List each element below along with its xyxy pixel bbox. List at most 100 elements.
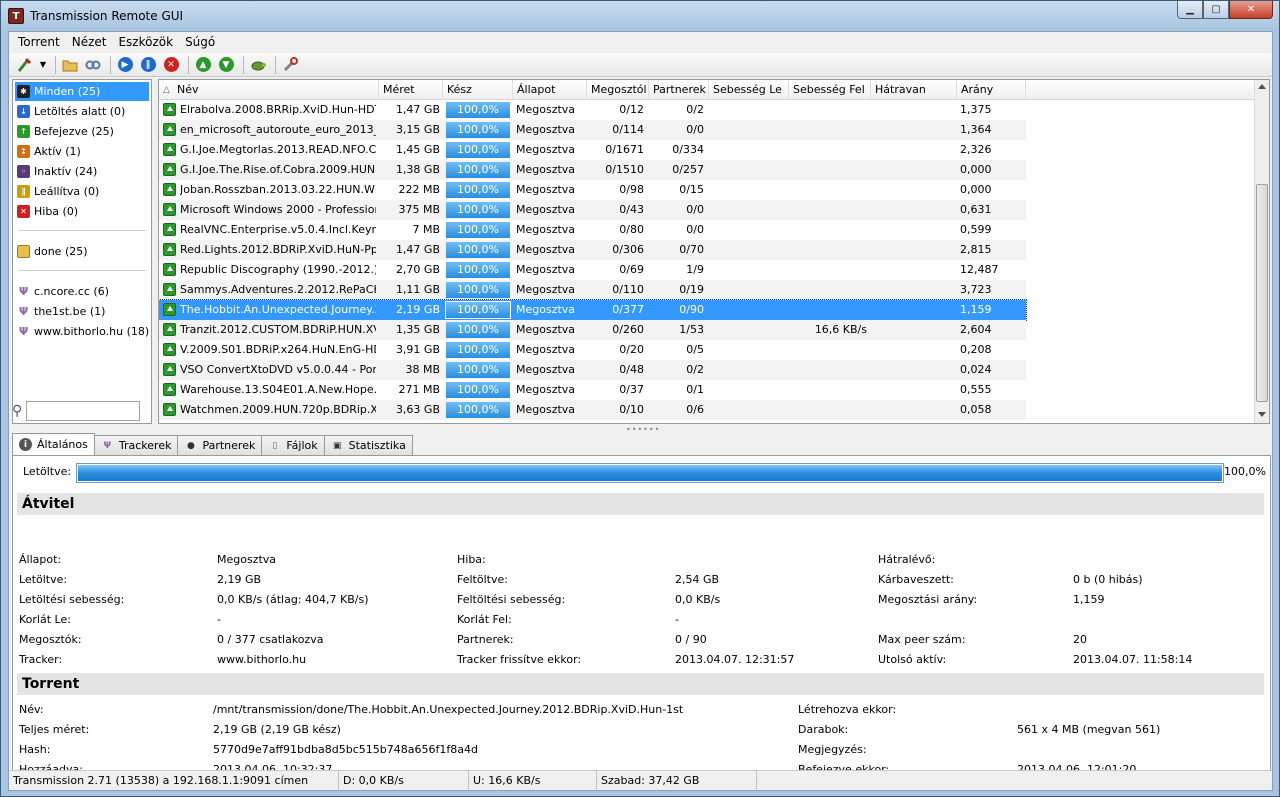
tab-statistics[interactable]: ▣ Statisztika <box>323 435 413 455</box>
torrent-row[interactable]: G.I.Joe.Megtorlas.2013.READ.NFO.CAM 1,45 … <box>159 140 1026 160</box>
torrent-eta <box>871 160 953 180</box>
list-scroll-thumb[interactable] <box>1256 184 1268 402</box>
status-error-icon: ✕ <box>17 205 30 218</box>
tab-files[interactable]: ▯ Fájlok <box>261 435 325 455</box>
torrent-row[interactable]: Sammys.Adventures.2.2012.RePaCK.RIP 1,11 … <box>159 280 1026 300</box>
column-header-seeds[interactable]: Megosztól <box>587 80 649 100</box>
filter-inactive[interactable]: ◦ Inaktív (24) <box>15 162 149 181</box>
column-header-done[interactable]: Kész <box>443 80 513 100</box>
open-folder-button[interactable] <box>60 55 80 75</box>
torrent-up-speed <box>789 280 867 300</box>
filter-search-input[interactable] <box>26 401 141 421</box>
torrent-row[interactable]: Elrabolva.2008.BRRip.XviD.Hun-HDTV 1,47 G… <box>159 100 1026 120</box>
torrent-row[interactable]: Tranzit.2012.CUSTOM.BDRiP.HUN.XViD 1,35 G… <box>159 320 1026 340</box>
torrent-seeds: 0/69 <box>619 263 644 276</box>
splitter-grip[interactable]: •••••• <box>626 425 659 434</box>
seeding-icon <box>163 123 176 136</box>
filter-active[interactable]: ↕ Aktív (1) <box>15 142 149 161</box>
client-area: Torrent Nézet Eszközök Súgó ▼ ▶ ∥ ✕ ▲ ▼ <box>8 31 1273 791</box>
status-completed-icon: ↑ <box>17 125 30 138</box>
seeding-icon <box>163 183 176 196</box>
torrent-eta <box>871 340 953 360</box>
torrent-row[interactable]: Red.Lights.2012.BDRiP.XviD.HuN-PpB 1,47 G… <box>159 240 1026 260</box>
list-scrollbar[interactable] <box>1254 80 1269 423</box>
torrent-row[interactable]: G.I.Joe.The.Rise.of.Cobra.2009.HUN.BRRip… <box>159 160 1026 180</box>
column-header-name[interactable]: Név △ <box>159 80 379 100</box>
arrow-down-icon: ▼ <box>218 57 234 72</box>
column-header-down-speed[interactable]: Sebesség Le <box>709 80 789 100</box>
filter-completed[interactable]: ↑ Befejezve (25) <box>15 122 149 141</box>
close-window-button[interactable]: ✕ <box>1229 1 1273 19</box>
column-header-status[interactable]: Állapot <box>513 80 587 100</box>
filter-folder[interactable]: done (25) <box>15 242 149 261</box>
menu-view[interactable]: Nézet <box>66 35 113 49</box>
torrent-row[interactable]: The.Hobbit.An.Unexpected.Journey.2012 2,1… <box>159 299 1027 321</box>
torrent-info-value: 2,19 GB (2,19 GB kész) <box>213 723 341 736</box>
filter-tracker[interactable]: Ψc.ncore.cc (6) <box>15 282 149 301</box>
move-down-button[interactable]: ▼ <box>216 55 236 75</box>
column-header-ratio[interactable]: Arány <box>957 80 1026 100</box>
menu-tools[interactable]: Eszközök <box>112 35 179 49</box>
torrent-seeds: 0/98 <box>619 183 644 196</box>
column-header-up-speed[interactable]: Sebesség Fel <box>789 80 871 100</box>
torrent-row[interactable]: V.2009.S01.BDRiP.x264.HuN.EnG-HDTV 3,91 G… <box>159 340 1026 360</box>
torrent-status: Megosztva <box>516 263 576 276</box>
torrent-row[interactable]: VSO ConvertXtoDVD v5.0.0.44 - Portable 38… <box>159 360 1026 380</box>
toolbar: ▼ ▶ ∥ ✕ ▲ ▼ <box>9 53 1272 77</box>
torrent-down-speed <box>709 400 785 420</box>
filter-tracker[interactable]: Ψwww.bithorlo.hu (18) <box>15 322 149 341</box>
torrent-seeds: 0/12 <box>619 103 644 116</box>
filter-all[interactable]: ✱ Minden (25) <box>15 82 149 101</box>
transfer-value: 2,19 GB <box>217 573 262 586</box>
torrent-seeds: 0/114 <box>612 123 644 136</box>
torrent-row[interactable]: Warehouse.13.S04E01.A.New.Hope.HDTV 271 M… <box>159 380 1026 400</box>
column-header-label: Kész <box>447 83 472 96</box>
column-header-eta[interactable]: Hátravan <box>871 80 957 100</box>
scroll-down-icon[interactable] <box>1258 412 1266 417</box>
torrent-ratio: 2,815 <box>960 243 992 256</box>
torrent-row[interactable]: en_microsoft_autoroute_euro_2013_x86 3,15… <box>159 120 1026 140</box>
add-torrent-dropdown[interactable]: ▼ <box>38 55 48 75</box>
status-inactive-icon: ◦ <box>17 165 30 178</box>
play-icon: ▶ <box>117 57 133 72</box>
torrent-row[interactable]: Microsoft Windows 2000 - Professional 375… <box>159 200 1026 220</box>
torrent-seeds: 0/80 <box>619 223 644 236</box>
menu-help[interactable]: Súgó <box>179 35 221 49</box>
pause-button[interactable]: ∥ <box>138 55 158 75</box>
speed-limit-button[interactable] <box>248 55 268 75</box>
torrent-ratio: 1,364 <box>960 123 992 136</box>
start-button[interactable]: ▶ <box>115 55 135 75</box>
torrent-size: 222 MB <box>398 183 440 196</box>
torrent-row[interactable]: RealVNC.Enterprise.v5.0.4.Incl.Keymaker 7… <box>159 220 1026 240</box>
title-bar[interactable]: T Transmission Remote GUI ▁ ▢ ✕ <box>1 1 1279 31</box>
menu-torrent[interactable]: Torrent <box>12 35 66 49</box>
detail-tabs: i Általános Ψ Trackerek ● Partnerek ▯ Fájlok ▣ St… <box>12 433 413 455</box>
tab-general[interactable]: i Általános <box>12 433 95 455</box>
scroll-up-icon[interactable] <box>1258 84 1266 89</box>
tab-trackers[interactable]: Ψ Trackerek <box>93 435 179 455</box>
add-link-button[interactable] <box>83 55 103 75</box>
filter-stopped[interactable]: ∥ Leállítva (0) <box>15 182 149 201</box>
options-button[interactable] <box>280 55 300 75</box>
tab-peers[interactable]: ● Partnerek <box>177 435 263 455</box>
remove-button[interactable]: ✕ <box>161 55 181 75</box>
filter-tracker[interactable]: Ψthe1st.be (1) <box>15 302 149 321</box>
torrent-name: Red.Lights.2012.BDRiP.XviD.HuN-PpB <box>180 243 376 256</box>
torrent-row[interactable]: Republic Discography (1990.-2012.) 2,70 G… <box>159 260 1026 280</box>
column-header-size[interactable]: Méret <box>379 80 443 100</box>
seeding-icon <box>163 143 176 156</box>
column-header-peers[interactable]: Partnerek <box>649 80 709 100</box>
torrent-status: Megosztva <box>516 163 576 176</box>
add-torrent-button[interactable] <box>15 55 35 75</box>
filter-error[interactable]: ✕ Hiba (0) <box>15 202 149 221</box>
torrent-section-title: Torrent <box>17 673 1264 695</box>
seeding-icon <box>163 223 176 236</box>
torrent-eta <box>871 200 953 220</box>
move-up-button[interactable]: ▲ <box>193 55 213 75</box>
torrent-row[interactable]: Watchmen.2009.HUN.720p.BDRip.XviD 3,63 GB… <box>159 400 1026 420</box>
minimize-button[interactable]: ▁ <box>1177 1 1203 19</box>
torrent-row[interactable]: Joban.Rosszban.2013.03.22.HUN.WEBRip 222 … <box>159 180 1026 200</box>
filter-downloading[interactable]: ↓ Letöltés alatt (0) <box>15 102 149 121</box>
maximize-button[interactable]: ▢ <box>1203 1 1229 19</box>
torrent-eta <box>871 280 953 300</box>
